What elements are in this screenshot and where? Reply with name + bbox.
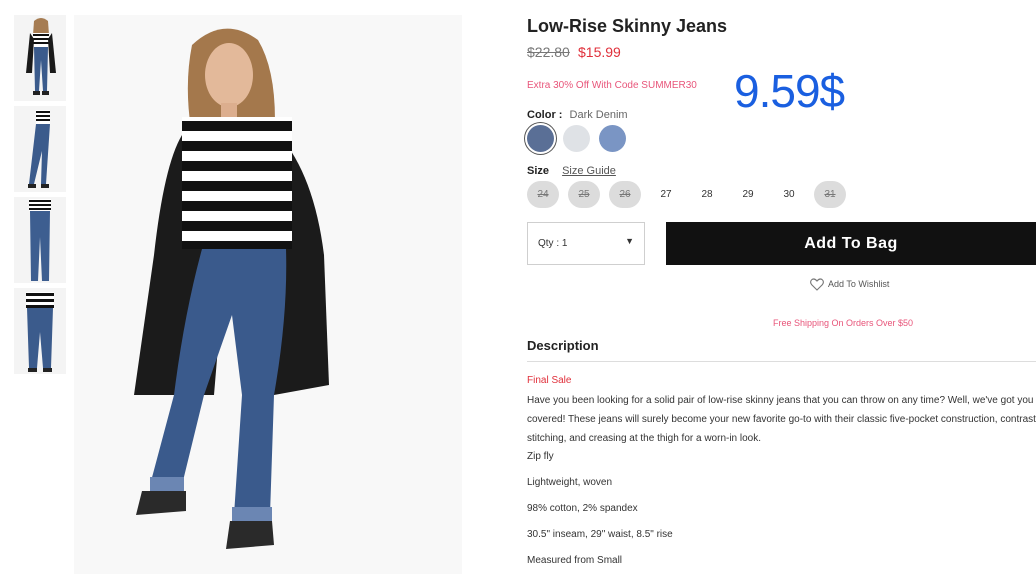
size-row: Size Size Guide bbox=[527, 165, 616, 177]
description-heading: Description bbox=[527, 338, 599, 353]
original-price: $22.80 bbox=[527, 44, 570, 60]
size-option[interactable]: 26 bbox=[609, 181, 641, 208]
feature-item: 30.5" inseam, 29" waist, 8.5" rise bbox=[527, 529, 673, 540]
description-text: Have you been looking for a solid pair o… bbox=[527, 395, 1036, 444]
size-option[interactable]: 27 bbox=[650, 181, 682, 208]
main-product-image bbox=[74, 15, 462, 574]
caret-down-icon: ▼ bbox=[625, 236, 634, 246]
description-divider bbox=[527, 361, 1036, 362]
quantity-select[interactable]: Qty : 1 ▼ bbox=[527, 222, 645, 265]
thumbnail-list bbox=[14, 15, 66, 379]
color-label: Color : bbox=[527, 109, 563, 121]
thumbnail-detail[interactable] bbox=[14, 288, 66, 374]
shipping-notice: Free Shipping On Orders Over $50 bbox=[773, 318, 914, 328]
size-option[interactable]: 30 bbox=[773, 181, 805, 208]
quantity-label: Qty : 1 bbox=[538, 238, 568, 249]
thumbnail-front-image bbox=[14, 15, 66, 101]
color-swatch[interactable] bbox=[563, 125, 590, 152]
wishlist-label: Add To Wishlist bbox=[828, 278, 890, 289]
add-to-wishlist-link[interactable]: Add To Wishlist bbox=[810, 278, 889, 291]
add-to-bag-button[interactable]: Add To Bag bbox=[666, 222, 1036, 265]
feature-item: 98% cotton, 2% spandex bbox=[527, 503, 638, 514]
thumbnail-back[interactable] bbox=[14, 197, 66, 283]
overlay-price-annotation: 9.59$ bbox=[734, 65, 845, 117]
thumbnail-side-image bbox=[14, 106, 66, 192]
feature-item: Lightweight, woven bbox=[527, 477, 613, 488]
thumbnail-detail-image bbox=[14, 288, 66, 374]
color-swatch[interactable] bbox=[527, 125, 554, 152]
color-swatch[interactable] bbox=[599, 125, 626, 152]
size-option[interactable]: 28 bbox=[691, 181, 723, 208]
feature-item: Zip fly bbox=[527, 451, 554, 462]
thumbnail-back-image bbox=[14, 197, 66, 283]
striped-top bbox=[182, 117, 292, 249]
model-illustration bbox=[74, 15, 462, 574]
final-sale-label: Final Sale bbox=[527, 375, 572, 386]
size-guide-link[interactable]: Size Guide bbox=[562, 165, 616, 177]
color-value: Dark Denim bbox=[569, 109, 628, 121]
color-row: Color : Dark Denim bbox=[527, 109, 628, 121]
size-option[interactable]: 31 bbox=[814, 181, 846, 208]
size-option[interactable]: 24 bbox=[527, 181, 559, 208]
product-info-panel: Low-Rise Skinny Jeans $22.80 $15.99 Extr… bbox=[527, 0, 1036, 574]
size-options: 24 25 26 27 28 29 30 31 bbox=[527, 181, 867, 209]
thumbnail-front[interactable] bbox=[14, 15, 66, 101]
size-option[interactable]: 29 bbox=[732, 181, 764, 208]
size-option[interactable]: 25 bbox=[568, 181, 600, 208]
heart-icon bbox=[810, 278, 824, 291]
product-title: Low-Rise Skinny Jeans bbox=[527, 16, 728, 36]
sale-price: $15.99 bbox=[578, 44, 621, 60]
promo-text: Extra 30% Off With Code SUMMER30 bbox=[527, 80, 697, 91]
size-label: Size bbox=[527, 165, 550, 177]
thumbnail-side[interactable] bbox=[14, 106, 66, 192]
feature-item: Measured from Small bbox=[527, 555, 623, 566]
